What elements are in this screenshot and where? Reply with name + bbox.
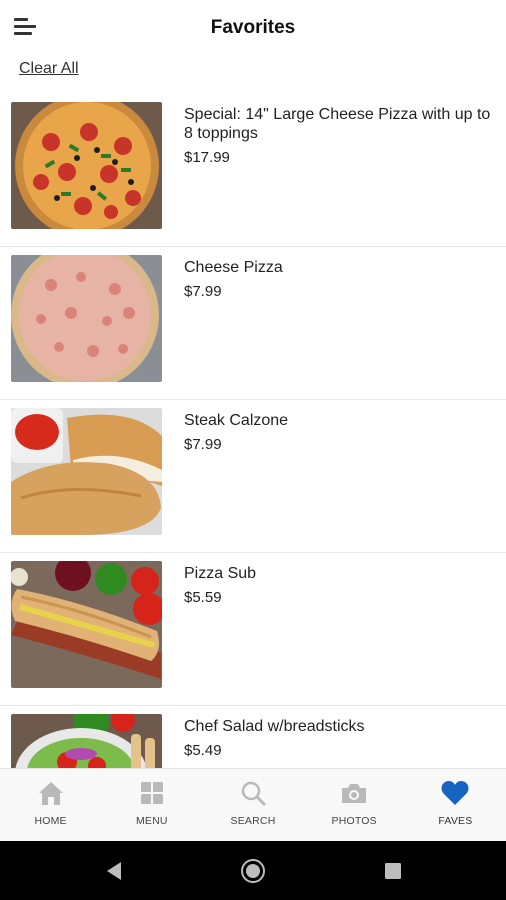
cheese-pizza-image	[11, 255, 162, 382]
item-price: $17.99	[184, 149, 230, 166]
item-name: Chef Salad w/breadsticks	[184, 718, 365, 735]
camera-icon	[342, 784, 367, 803]
salad-image	[11, 714, 162, 768]
recents-icon[interactable]	[380, 858, 406, 884]
item-price: $5.49	[184, 742, 222, 759]
item-name: Special: 14" Large Cheese Pizza with up …	[184, 106, 491, 142]
supreme-pizza-image	[11, 102, 162, 229]
list-item[interactable]: Chef Salad w/breadsticks $5.49	[0, 706, 506, 768]
grid-icon	[140, 782, 163, 804]
tab-label: MENU	[135, 815, 168, 827]
clear-all-link[interactable]: Clear All	[19, 60, 79, 78]
tab-label: HOME	[34, 815, 67, 827]
system-navigation-bar	[0, 841, 506, 900]
tab-faves[interactable]: FAVES	[405, 769, 506, 841]
tab-label: SEARCH	[230, 815, 276, 827]
favorites-list: Special: 14" Large Cheese Pizza with up …	[0, 94, 506, 768]
sub-sandwich-image	[11, 561, 162, 688]
list-item[interactable]: Cheese Pizza $7.99	[0, 247, 506, 400]
item-price: $7.99	[184, 436, 222, 453]
list-item[interactable]: Special: 14" Large Cheese Pizza with up …	[0, 94, 506, 247]
page-title: Favorites	[210, 17, 296, 38]
item-price: $5.59	[184, 589, 222, 606]
tab-menu[interactable]: MENU	[101, 769, 202, 841]
bottom-tab-bar: HOME MENU SEARCH PHOTOS FAVES	[0, 768, 506, 841]
heart-icon	[441, 781, 469, 805]
list-item[interactable]: Pizza Sub $5.59	[0, 553, 506, 706]
item-name: Pizza Sub	[184, 565, 257, 582]
home-icon	[38, 782, 63, 805]
item-price: $7.99	[184, 283, 222, 300]
item-name: Cheese Pizza	[184, 259, 283, 276]
item-name: Steak Calzone	[184, 412, 289, 429]
calzone-image	[11, 408, 162, 535]
back-icon[interactable]	[101, 858, 127, 884]
tab-label: PHOTOS	[331, 815, 377, 827]
list-item[interactable]: Steak Calzone $7.99	[0, 400, 506, 553]
home-circle-icon[interactable]	[240, 858, 266, 884]
app-header: Favorites	[0, 0, 506, 56]
tab-search[interactable]: SEARCH	[202, 769, 303, 841]
tab-photos[interactable]: PHOTOS	[304, 769, 405, 841]
search-icon	[241, 781, 266, 806]
tab-label: FAVES	[438, 815, 473, 827]
tab-home[interactable]: HOME	[0, 769, 101, 841]
